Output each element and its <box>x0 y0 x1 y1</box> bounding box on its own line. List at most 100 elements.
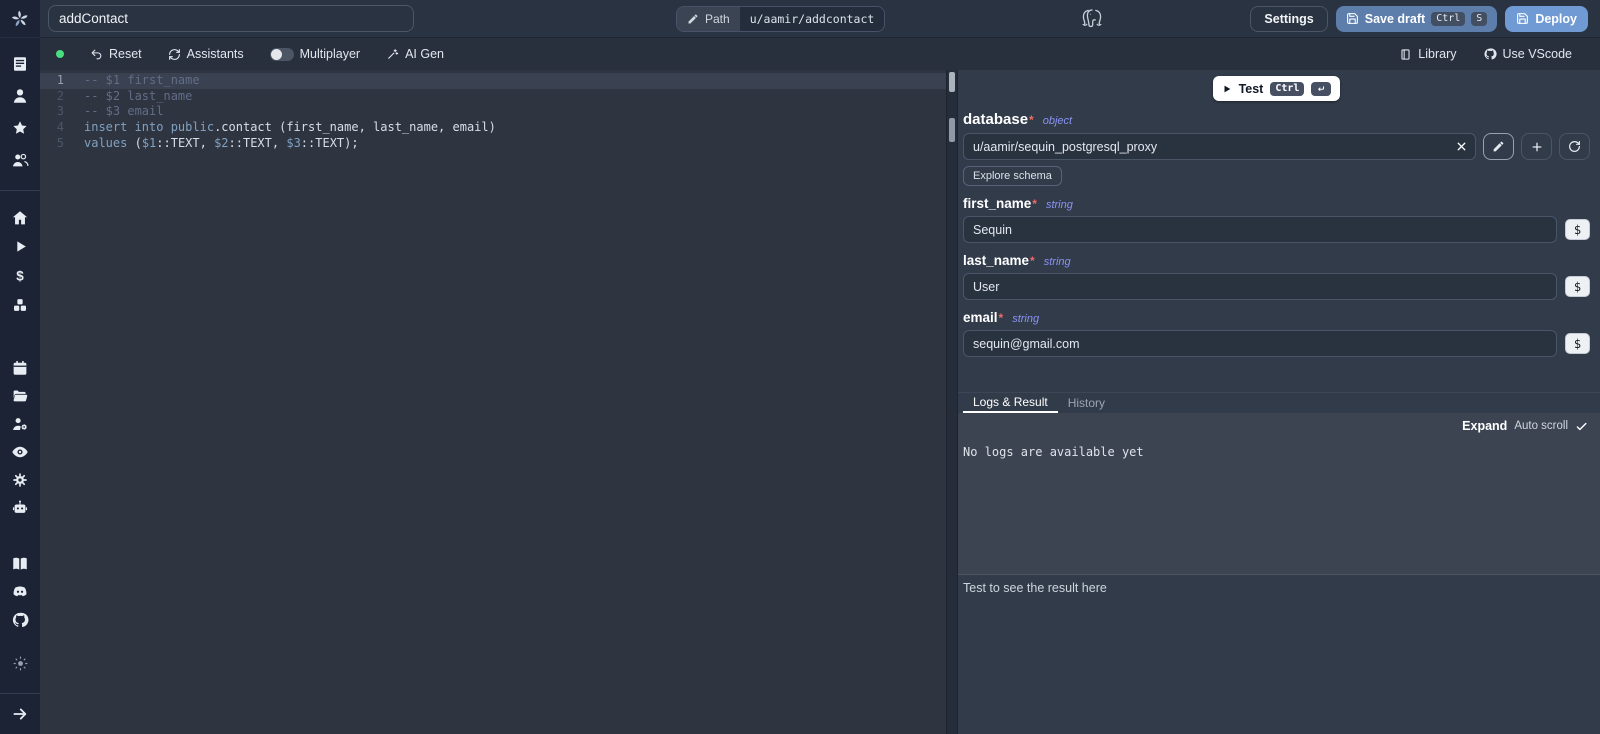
sidebar-item-workers[interactable] <box>0 410 40 438</box>
test-button[interactable]: Test Ctrl <box>1213 76 1341 101</box>
line-number: 1 <box>40 73 64 89</box>
sidebar-item-groups[interactable] <box>0 144 40 176</box>
editor-scrollbar-thumb[interactable] <box>949 72 955 92</box>
panel-splitter[interactable] <box>946 70 958 734</box>
windmill-logo-icon[interactable] <box>0 0 40 38</box>
vscode-icon <box>1483 47 1497 61</box>
sidebar-item-home[interactable] <box>0 203 40 232</box>
refresh-resource-button[interactable] <box>1559 133 1590 160</box>
first-name-input[interactable] <box>963 216 1557 243</box>
multiplayer-toggle[interactable] <box>270 48 294 61</box>
sidebar-item-docs[interactable] <box>0 550 40 578</box>
field-type: string <box>1044 256 1071 268</box>
sun-icon <box>12 655 29 672</box>
clear-icon[interactable] <box>1455 140 1468 153</box>
pencil-icon <box>687 13 699 25</box>
code-editor[interactable]: 1-- $1 first_name2-- $2 last_name3-- $3 … <box>40 70 946 734</box>
code-line[interactable]: 5values ($1::TEXT, $2::TEXT, $3::TEXT); <box>40 136 946 152</box>
sidebar-item-variables[interactable]: $ <box>0 261 40 290</box>
result-placeholder: Test to see the result here <box>963 581 1107 595</box>
field-name: first_name* <box>963 196 1037 211</box>
deploy-button[interactable]: Deploy <box>1505 6 1588 32</box>
bot-icon <box>11 499 29 517</box>
tab-history[interactable]: History <box>1058 393 1115 413</box>
use-vscode-button[interactable]: Use VScode <box>1483 47 1572 61</box>
ai-gen-button[interactable]: AI Gen <box>386 47 444 61</box>
script-name-input[interactable] <box>48 5 414 32</box>
sidebar-item-audit-logs[interactable] <box>0 438 40 466</box>
database-input[interactable] <box>963 133 1476 160</box>
sidebar-item-discord[interactable] <box>0 578 40 606</box>
expand-button[interactable]: Expand <box>1462 419 1507 433</box>
theme-toggle[interactable] <box>0 649 40 677</box>
sidebar-item-settings[interactable] <box>0 466 40 494</box>
multiplayer-label: Multiplayer <box>300 47 360 61</box>
save-icon <box>1346 12 1359 25</box>
path-widget[interactable]: Path u/aamir/addcontact <box>676 6 885 32</box>
add-resource-button[interactable] <box>1521 133 1552 160</box>
required-asterisk: * <box>999 311 1004 325</box>
sidebar-item-user[interactable] <box>0 80 40 112</box>
sidebar-item-schedules[interactable] <box>0 354 40 382</box>
run-form: Test Ctrl database* object <box>958 70 1600 392</box>
arg-label-row: last_name* string <box>963 253 1590 268</box>
assistants-button[interactable]: Assistants <box>168 47 244 61</box>
arg-input-row: $ <box>963 273 1590 300</box>
result-tabs: Logs & Result History <box>958 392 1600 413</box>
line-content: insert into public.contact (first_name, … <box>64 120 496 136</box>
settings-button[interactable]: Settings <box>1250 6 1327 32</box>
splitter-handle[interactable] <box>949 118 955 142</box>
sidebar-item-workspace[interactable] <box>0 48 40 80</box>
sidebar-item-runs[interactable] <box>0 232 40 261</box>
autoscroll-toggle[interactable]: Auto scroll <box>1514 420 1568 432</box>
sidebar-item-folders[interactable] <box>0 382 40 410</box>
path-edit-button[interactable]: Path <box>677 7 740 31</box>
variable-picker-button[interactable]: $ <box>1565 219 1590 240</box>
return-icon <box>1316 84 1326 94</box>
database-input-wrap <box>963 133 1476 160</box>
last-name-input[interactable] <box>963 273 1557 300</box>
field-type: string <box>1012 313 1039 325</box>
code-line[interactable]: 2-- $2 last_name <box>40 89 946 105</box>
kbd-ctrl: Ctrl <box>1431 12 1465 26</box>
save-icon <box>1516 12 1529 25</box>
line-number: 4 <box>40 120 64 136</box>
code-line[interactable]: 4insert into public.contact (first_name,… <box>40 120 946 136</box>
code-line[interactable]: 3-- $3 email <box>40 104 946 120</box>
calendar-icon <box>11 359 29 377</box>
variable-picker-button[interactable]: $ <box>1565 276 1590 297</box>
undo-icon <box>90 48 103 61</box>
required-asterisk: * <box>1032 197 1037 211</box>
reset-button[interactable]: Reset <box>90 47 142 61</box>
save-draft-label: Save draft <box>1365 12 1425 26</box>
gear-icon <box>11 471 29 489</box>
sidebar-collapse-button[interactable] <box>0 694 40 734</box>
run-panel: Test Ctrl database* object <box>958 70 1600 734</box>
library-button[interactable]: Library <box>1399 47 1456 61</box>
tab-logs-result[interactable]: Logs & Result <box>963 393 1058 413</box>
reset-label: Reset <box>109 47 142 61</box>
editor-toolbar-right: Library Use VScode <box>1399 47 1572 61</box>
edit-resource-button[interactable] <box>1483 133 1514 160</box>
code-line[interactable]: 1-- $1 first_name <box>40 73 946 89</box>
kbd-ctrl: Ctrl <box>1270 82 1304 96</box>
sidebar-item-favorites[interactable] <box>0 112 40 144</box>
editor-toolbar: Reset Assistants Multiplayer AI Gen <box>40 38 1600 70</box>
sidebar-item-github[interactable] <box>0 606 40 634</box>
save-draft-button[interactable]: Save draft Ctrl S <box>1336 6 1498 32</box>
use-vscode-label: Use VScode <box>1503 47 1572 61</box>
path-label: Path <box>705 12 730 26</box>
field-type: object <box>1043 115 1072 127</box>
variable-picker-button[interactable]: $ <box>1565 333 1590 354</box>
sidebar: $ <box>0 0 40 734</box>
check-icon <box>1575 420 1588 433</box>
field-name: email* <box>963 310 1003 325</box>
code-lines: 1-- $1 first_name2-- $2 last_name3-- $3 … <box>40 73 946 151</box>
email-input[interactable] <box>963 330 1557 357</box>
sidebar-item-ai[interactable] <box>0 494 40 522</box>
wand-icon <box>386 48 399 61</box>
sidebar-item-resources[interactable] <box>0 290 40 319</box>
line-content: values ($1::TEXT, $2::TEXT, $3::TEXT); <box>64 136 359 152</box>
main-column: Path u/aamir/addcontact Settings <box>40 0 1600 734</box>
explore-schema-button[interactable]: Explore schema <box>963 166 1062 186</box>
